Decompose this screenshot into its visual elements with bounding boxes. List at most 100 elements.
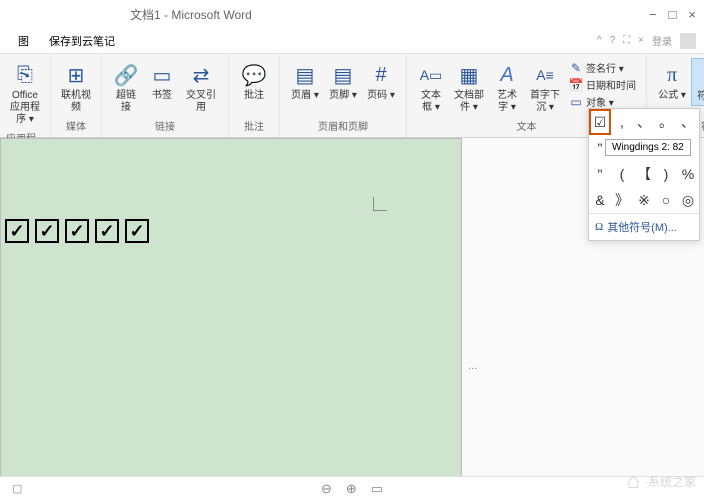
title-bar: 文档1 - Microsoft Word − □ × [0, 0, 704, 28]
textbox-icon: A▭ [416, 60, 446, 90]
zoom-in-button[interactable]: ⊕ [346, 481, 357, 497]
checkbox-row: ✓ ✓ ✓ ✓ ✓ [5, 219, 149, 243]
symbol-cell[interactable]: 。 [655, 109, 677, 135]
symbol-cell[interactable]: ( [611, 161, 633, 187]
status-left: ▢ [12, 482, 22, 495]
symbol-cell[interactable]: ◎ [677, 187, 699, 213]
office-apps-button[interactable]: ⎘Office 应用程序 ▾ [6, 58, 44, 128]
group-label: 文本 [517, 116, 537, 133]
symbols-row: ☑ , 、 。 、 [589, 109, 699, 135]
symbol-cell[interactable]: , [611, 109, 633, 135]
symbol-tooltip: Wingdings 2: 82 [605, 139, 691, 156]
more-symbols-button[interactable]: Ω 其他符号(M)... [589, 213, 699, 240]
checkbox-symbol: ✓ [5, 219, 29, 243]
ribbon-group-comments: 💬批注 批注 [229, 54, 280, 137]
crossref-icon: ⇄ [186, 60, 216, 90]
status-center: ⊖ ⊕ ▭ [321, 481, 383, 497]
window-controls: − □ × [649, 7, 696, 22]
page-number-button[interactable]: #页码 ▾ [362, 58, 400, 104]
watermark: ⌂ ·系统之家 [627, 468, 696, 494]
ribbon-group-links: 🔗超链接 ▭书签 ⇄交叉引用 链接 [102, 54, 229, 137]
online-video-button[interactable]: ⊞联机视频 [57, 58, 95, 116]
document-page[interactable]: ✓ ✓ ✓ ✓ ✓ [0, 138, 462, 478]
checkbox-symbol: ✓ [95, 219, 119, 243]
footer-button[interactable]: ▤页脚 ▾ [324, 58, 362, 104]
menu-bar: 图 保存到云笔记 ^ ? ⛶ × 登录 [0, 28, 704, 54]
footer-icon: ▤ [328, 60, 358, 90]
page-number-icon: # [366, 60, 396, 90]
symbol-cell[interactable]: 、 [677, 109, 699, 135]
symbol-cell[interactable]: ※ [633, 187, 655, 213]
comment-button[interactable]: 💬批注 [235, 58, 273, 104]
group-label: 链接 [155, 116, 175, 133]
symbol-checkbox[interactable]: ☑ [589, 109, 611, 135]
cursor-mark [373, 197, 387, 211]
wordart-button[interactable]: A艺术字 ▾ [489, 58, 525, 116]
comment-icon: 💬 [239, 60, 269, 90]
page-more-indicator: ... [468, 360, 477, 372]
avatar-icon[interactable] [680, 33, 696, 49]
display-icon[interactable]: ▢ [12, 482, 22, 495]
help-icon[interactable]: ? [610, 35, 616, 46]
checkbox-symbol: ✓ [35, 219, 59, 243]
close-button[interactable]: × [688, 7, 696, 22]
menu-item-view[interactable]: 图 [8, 29, 39, 53]
close-doc-icon[interactable]: × [638, 35, 644, 46]
object-icon: ▭ [569, 95, 583, 109]
window-title: 文档1 - Microsoft Word [130, 6, 252, 23]
checkbox-symbol: ✓ [65, 219, 89, 243]
symbol-button[interactable]: Ω符号 ▾ [691, 58, 704, 106]
bookmark-button[interactable]: ▭书签 [144, 58, 180, 104]
symbols-row: " ( 【 ) % [589, 161, 699, 187]
textbox-button[interactable]: A▭文本框 ▾ [413, 58, 449, 116]
collapse-ribbon-icon[interactable]: ^ [597, 35, 602, 46]
crossref-button[interactable]: ⇄交叉引用 [180, 58, 222, 116]
link-icon: 🔗 [111, 60, 141, 90]
ribbon-group-header-footer: ▤页眉 ▾ ▤页脚 ▾ #页码 ▾ 页眉和页脚 [280, 54, 407, 137]
omega-icon: Ω [696, 61, 704, 91]
symbols-row: & 》 ※ ○ ◎ [589, 187, 699, 213]
equation-button[interactable]: π公式 ▾ [653, 58, 691, 104]
symbol-cell[interactable]: 、 [633, 109, 655, 135]
object-button[interactable]: ▭对象 ▾ [569, 94, 636, 109]
doc-parts-button[interactable]: ▦文档部件 ▾ [449, 58, 489, 116]
datetime-button[interactable]: 📅日期和时间 [569, 77, 636, 92]
symbol-cell[interactable]: " [589, 161, 611, 187]
group-label: 批注 [244, 116, 264, 133]
header-icon: ▤ [290, 60, 320, 90]
signature-button[interactable]: ✎签名行 ▾ [569, 60, 636, 75]
text-small-buttons: ✎签名行 ▾ 📅日期和时间 ▭对象 ▾ [565, 58, 640, 111]
symbol-cell[interactable]: 【 [633, 161, 655, 187]
ribbon-group-media: ⊞联机视频 媒体 [51, 54, 102, 137]
ribbon-group-apps: ⎘Office 应用程序 ▾ 应用程序 [0, 54, 51, 137]
minimize-button[interactable]: − [649, 7, 657, 22]
symbol-cell[interactable]: ) [655, 161, 677, 187]
symbols-dropdown-panel: ☑ , 、 。 、 Wingdings 2: 82 " " " ( 【 ) % … [588, 108, 700, 241]
parts-icon: ▦ [454, 60, 484, 90]
calendar-icon: 📅 [569, 78, 583, 92]
status-bar: ▢ ⊖ ⊕ ▭ [0, 476, 704, 500]
dropcap-button[interactable]: A≡首字下沉 ▾ [525, 58, 565, 116]
fit-button[interactable]: ▭ [371, 481, 383, 497]
group-label: 媒体 [66, 116, 86, 133]
apps-icon: ⎘ [10, 60, 40, 90]
ribbon-controls: ^ ? ⛶ × 登录 [597, 33, 696, 49]
header-button[interactable]: ▤页眉 ▾ [286, 58, 324, 104]
omega-icon: Ω [595, 221, 603, 233]
hyperlink-button[interactable]: 🔗超链接 [108, 58, 144, 116]
video-icon: ⊞ [61, 60, 91, 90]
menu-item-save-cloud[interactable]: 保存到云笔记 [39, 29, 125, 53]
house-icon: ⌂ [627, 468, 640, 494]
symbol-cell[interactable]: % [677, 161, 699, 187]
symbol-cell[interactable]: & [589, 187, 611, 213]
group-label: 页眉和页脚 [318, 116, 368, 133]
login-link[interactable]: 登录 [652, 33, 672, 48]
symbol-cell[interactable]: ○ [655, 187, 677, 213]
checkbox-symbol: ✓ [125, 219, 149, 243]
fullscreen-icon[interactable]: ⛶ [623, 35, 630, 46]
maximize-button[interactable]: □ [669, 7, 677, 22]
signature-icon: ✎ [569, 61, 583, 75]
zoom-out-button[interactable]: ⊖ [321, 481, 332, 497]
symbol-cell[interactable]: 》 [611, 187, 633, 213]
bookmark-icon: ▭ [147, 60, 177, 90]
